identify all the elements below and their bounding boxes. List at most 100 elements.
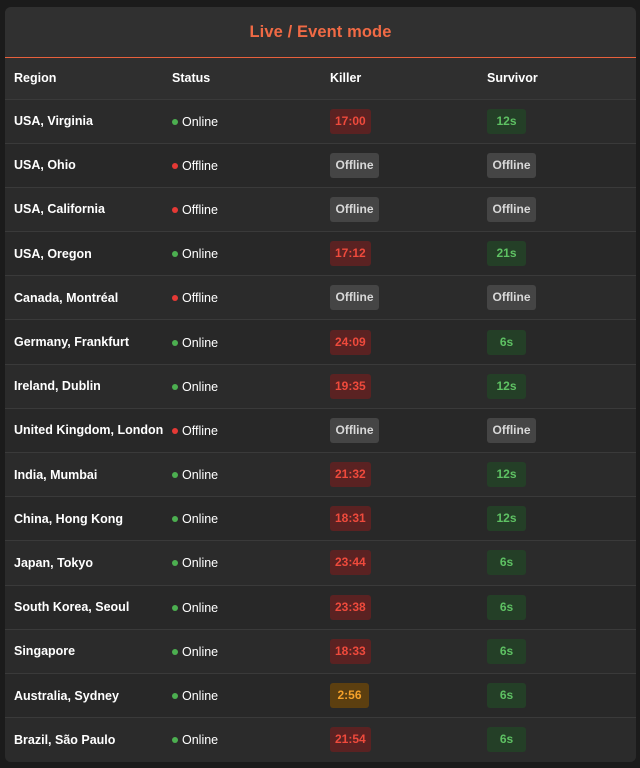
survivor-queue-badge: 6s bbox=[487, 638, 526, 664]
table-row: USA, Oregon Online 17:12 21s bbox=[5, 231, 636, 276]
killer-cell: 19:35 bbox=[321, 364, 478, 408]
region-name: Brazil, São Paulo bbox=[14, 732, 116, 747]
survivor-queue-badge: Offline bbox=[487, 152, 536, 178]
survivor-cell: 6s bbox=[478, 320, 636, 364]
killer-queue-badge: 24:09 bbox=[330, 329, 371, 355]
survivor-cell: 12s bbox=[478, 453, 636, 497]
column-header-killer: Killer bbox=[330, 71, 362, 86]
survivor-cell: 21s bbox=[478, 232, 636, 276]
table-row: Germany, Frankfurt Online 24:09 6s bbox=[5, 319, 636, 365]
table-row: Singapore Online 18:33 6s bbox=[5, 629, 636, 674]
status-text: Online bbox=[182, 689, 219, 704]
status-cell: Online bbox=[163, 629, 321, 673]
region-name: USA, Oregon bbox=[14, 246, 92, 261]
killer-queue-badge: Offline bbox=[330, 417, 379, 443]
killer-cell: Offline bbox=[321, 408, 478, 452]
region-name: Australia, Sydney bbox=[14, 688, 119, 703]
status-dot-icon bbox=[172, 693, 178, 700]
killer-queue-badge: 18:31 bbox=[330, 506, 371, 532]
survivor-queue-badge: 6s bbox=[487, 329, 526, 355]
survivor-queue-badge: 6s bbox=[487, 594, 526, 620]
status-indicator: Online bbox=[172, 336, 218, 350]
killer-cell: 2:56 bbox=[321, 673, 478, 717]
killer-queue-badge: 17:12 bbox=[330, 241, 371, 267]
survivor-queue-badge: 6s bbox=[487, 550, 526, 576]
status-text: Online bbox=[182, 114, 219, 129]
status-text: Online bbox=[182, 468, 219, 483]
status-indicator: Online bbox=[172, 247, 218, 261]
status-cell: Offline bbox=[163, 143, 321, 187]
region-name: South Korea, Seoul bbox=[14, 600, 130, 615]
region-name: China, Hong Kong bbox=[14, 511, 124, 526]
survivor-cell: 12s bbox=[478, 99, 636, 143]
status-dot-icon bbox=[172, 162, 178, 169]
killer-cell: 21:32 bbox=[321, 453, 478, 497]
status-text: Online bbox=[182, 644, 219, 659]
table-row: USA, Virginia Online 17:00 12s bbox=[5, 99, 636, 144]
status-indicator: Online bbox=[172, 645, 218, 659]
table-row: Brazil, São Paulo Online 21:54 6s bbox=[5, 717, 636, 762]
table-row: Australia, Sydney Online 2:56 6s bbox=[5, 673, 636, 718]
status-text: Online bbox=[182, 247, 219, 262]
region-name: Germany, Frankfurt bbox=[14, 335, 130, 350]
status-dot-icon bbox=[172, 295, 178, 302]
table-row: United Kingdom, London Offline Offline Offl… bbox=[5, 408, 636, 453]
table-row: Canada, Montréal Offline Offline Offline bbox=[5, 275, 636, 320]
killer-cell: 21:54 bbox=[321, 718, 478, 762]
killer-queue-badge: 2:56 bbox=[330, 683, 369, 709]
status-indicator: Online bbox=[172, 380, 218, 394]
killer-queue-badge: 21:32 bbox=[330, 462, 371, 488]
survivor-queue-badge: 12s bbox=[487, 506, 526, 532]
status-cell: Online bbox=[163, 673, 321, 717]
survivor-queue-badge: Offline bbox=[487, 196, 536, 222]
status-dot-icon bbox=[172, 339, 178, 346]
column-header-survivor: Survivor bbox=[487, 71, 538, 86]
status-cell: Online bbox=[163, 541, 321, 585]
survivor-cell: 12s bbox=[478, 497, 636, 541]
region-name: Japan, Tokyo bbox=[14, 555, 93, 570]
column-header-status: Status bbox=[172, 71, 211, 86]
killer-cell: 23:38 bbox=[321, 585, 478, 629]
status-cell: Online bbox=[163, 718, 321, 762]
killer-cell: 18:31 bbox=[321, 497, 478, 541]
status-cell: Online bbox=[163, 585, 321, 629]
status-dot-icon bbox=[172, 206, 178, 213]
killer-queue-badge: Offline bbox=[330, 152, 379, 178]
survivor-cell: 6s bbox=[478, 673, 636, 717]
status-indicator: Online bbox=[172, 468, 218, 482]
survivor-cell: 6s bbox=[478, 541, 636, 585]
status-text: Offline bbox=[182, 291, 218, 306]
table-body: USA, Virginia Online 17:00 12s USA, Ohio Offl… bbox=[5, 99, 636, 762]
status-text: Online bbox=[182, 600, 219, 615]
survivor-cell: 12s bbox=[478, 364, 636, 408]
survivor-queue-badge: 12s bbox=[487, 108, 526, 134]
killer-queue-badge: 19:35 bbox=[330, 373, 371, 399]
status-dot-icon bbox=[172, 118, 178, 125]
status-dot-icon bbox=[172, 648, 178, 655]
status-dot-icon bbox=[172, 737, 178, 744]
survivor-cell: Offline bbox=[478, 143, 636, 187]
status-dot-icon bbox=[172, 251, 178, 258]
status-cell: Online bbox=[163, 99, 321, 143]
status-cell: Offline bbox=[163, 276, 321, 320]
killer-cell: Offline bbox=[321, 276, 478, 320]
killer-queue-badge: Offline bbox=[330, 285, 379, 311]
region-name: USA, California bbox=[14, 202, 105, 217]
region-name: India, Mumbai bbox=[14, 467, 98, 482]
status-indicator: Online bbox=[172, 689, 218, 703]
server-status-panel: Live / Event mode Region Status Killer S… bbox=[5, 7, 636, 762]
status-indicator: Online bbox=[172, 512, 218, 526]
survivor-cell: Offline bbox=[478, 187, 636, 231]
table-row: South Korea, Seoul Online 23:38 6s bbox=[5, 585, 636, 630]
survivor-cell: Offline bbox=[478, 276, 636, 320]
killer-queue-badge: 21:54 bbox=[330, 727, 371, 753]
panel-title: Live / Event mode bbox=[249, 22, 392, 41]
status-cell: Offline bbox=[163, 408, 321, 452]
survivor-cell: 6s bbox=[478, 585, 636, 629]
status-text: Online bbox=[182, 335, 219, 350]
region-name: USA, Virginia bbox=[14, 114, 93, 129]
survivor-cell: 6s bbox=[478, 718, 636, 762]
survivor-queue-badge: 6s bbox=[487, 683, 526, 709]
table-header: Region Status Killer Survivor bbox=[5, 58, 636, 99]
region-name: United Kingdom, London bbox=[14, 423, 164, 438]
